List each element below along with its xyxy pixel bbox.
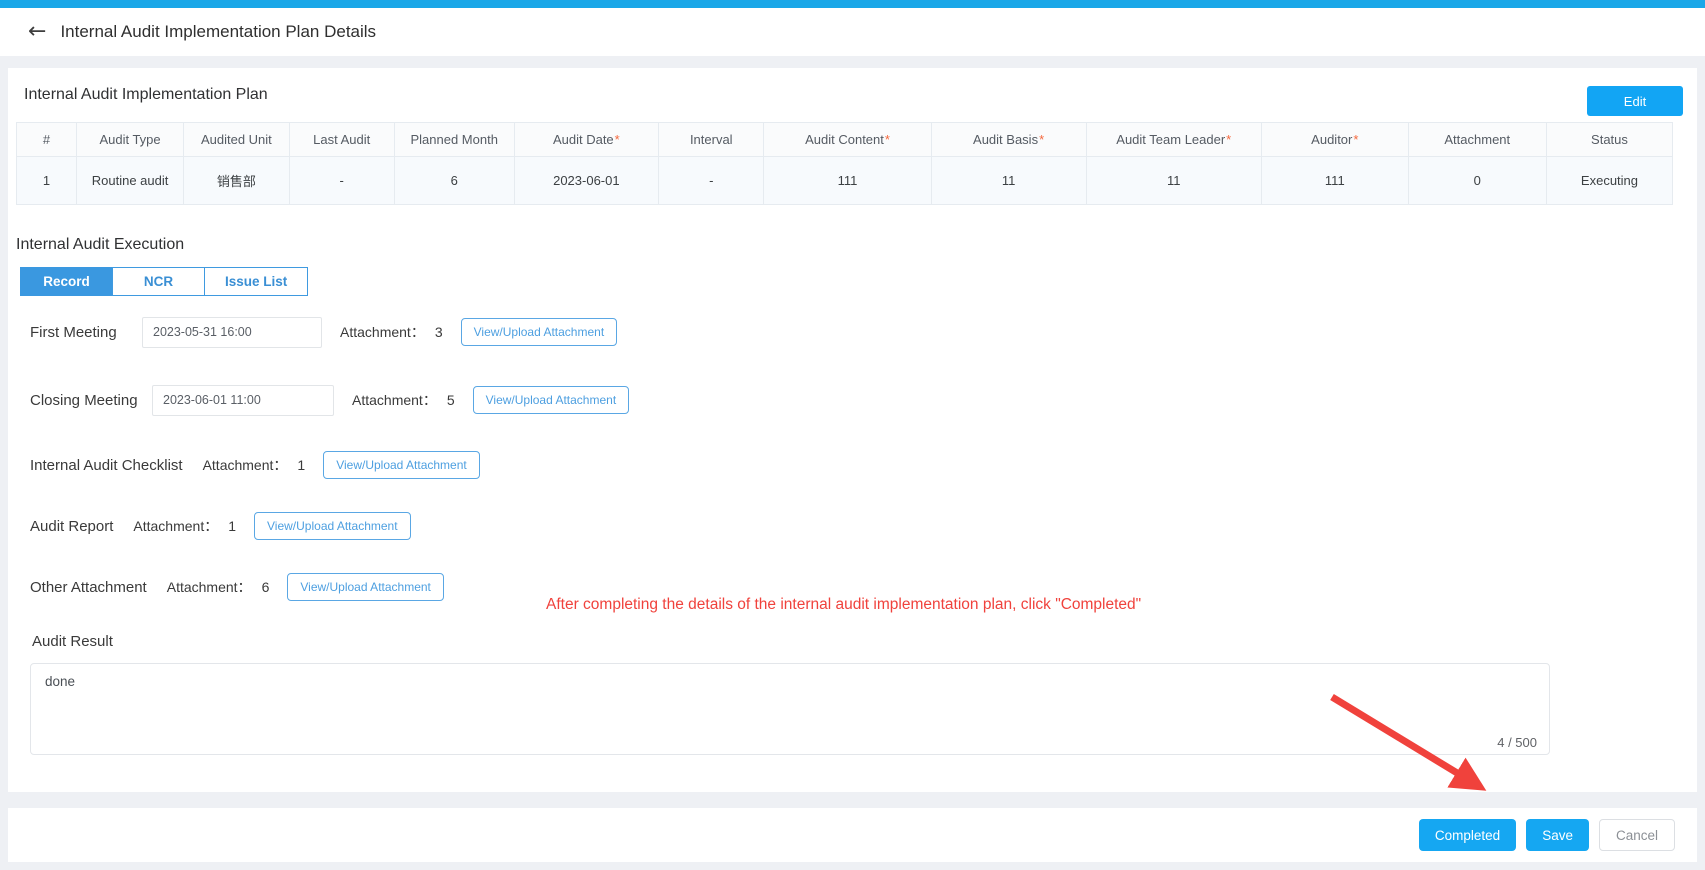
col-interval: Interval: [658, 122, 765, 157]
col-index: #: [16, 122, 77, 157]
cell-status: Executing: [1545, 156, 1674, 205]
checklist-attachment-label: Attachment：: [202, 457, 288, 473]
closing-meeting-attachment-label: Attachment：: [352, 392, 437, 408]
other-attachment-label-count: Attachment：: [166, 579, 252, 595]
internal-audit-checklist-label: Internal Audit Checklist: [30, 456, 183, 474]
tab-issue-list[interactable]: Issue List: [204, 267, 309, 296]
cell-index: 1: [16, 156, 77, 205]
audit-result-value: done: [45, 674, 76, 689]
cell-audit-content: 111: [763, 156, 932, 205]
audit-report-view-upload-button[interactable]: View/Upload Attachment: [254, 512, 411, 540]
audit-result-char-count: 4 / 500: [1497, 735, 1537, 750]
table-header-row: # Audit Type Audited Unit Last Audit Pla…: [16, 122, 1674, 157]
first-meeting-view-upload-button[interactable]: View/Upload Attachment: [460, 318, 618, 346]
plan-table-wrapper: # Audit Type Audited Unit Last Audit Pla…: [16, 122, 1674, 205]
top-accent-bar: [0, 0, 1705, 8]
col-audit-content: Audit Content*: [763, 122, 932, 157]
closing-meeting-attachment-count: 5: [446, 392, 455, 408]
first-meeting-label: First Meeting: [30, 323, 117, 341]
plan-section-title: Internal Audit Implementation Plan: [24, 86, 268, 103]
col-audited-unit: Audited Unit: [183, 122, 290, 157]
required-star: *: [1226, 132, 1232, 147]
arrow-left-icon[interactable]: ←: [28, 21, 46, 43]
closing-meeting-label: Closing Meeting: [30, 391, 138, 409]
row-first-meeting: First Meeting 2023-05-31 16:00 Attachmen…: [30, 316, 618, 348]
closing-meeting-view-upload-button[interactable]: View/Upload Attachment: [472, 386, 630, 414]
cell-last-audit: -: [288, 156, 395, 205]
cell-interval: -: [658, 156, 765, 205]
checklist-attachment-count: 1: [297, 457, 306, 473]
row-closing-meeting: Closing Meeting 2023-06-01 11:00 Attachm…: [30, 384, 630, 416]
cell-audit-type: Routine audit: [75, 156, 185, 205]
row-audit-report: Audit Report Attachment： 1 View/Upload A…: [30, 510, 411, 542]
audit-report-attachment-label: Attachment：: [133, 518, 219, 534]
col-audit-basis: Audit Basis*: [930, 122, 1087, 157]
row-internal-audit-checklist: Internal Audit Checklist Attachment： 1 V…: [30, 449, 480, 481]
col-auditor: Auditor*: [1261, 122, 1409, 157]
save-button[interactable]: Save: [1526, 819, 1589, 851]
execution-section-title: Internal Audit Execution: [16, 236, 185, 253]
required-star: *: [1353, 132, 1359, 147]
col-audit-type: Audit Type: [75, 122, 185, 157]
footer-bar: Completed Save Cancel: [0, 792, 1705, 870]
required-star: *: [884, 132, 890, 147]
cell-audit-date: 2023-06-01: [513, 156, 660, 205]
col-last-audit: Last Audit: [288, 122, 395, 157]
cell-audit-team-leader: 11: [1085, 156, 1263, 205]
annotation-text: After completing the details of the inte…: [546, 596, 1142, 613]
cancel-button[interactable]: Cancel: [1598, 819, 1675, 851]
edit-button[interactable]: Edit: [1587, 86, 1683, 116]
col-audit-date: Audit Date*: [513, 122, 660, 157]
table-row: 1 Routine audit 销售部 - 6 2023-06-01 - 111…: [16, 156, 1674, 205]
cell-attachment-link[interactable]: 0: [1407, 156, 1547, 205]
page-title: Internal Audit Implementation Plan Detai…: [60, 22, 377, 41]
col-audit-team-leader: Audit Team Leader*: [1085, 122, 1263, 157]
other-attachment-label: Other Attachment: [30, 578, 147, 596]
col-status: Status: [1545, 122, 1674, 157]
execution-tabs: Record NCR Issue List: [20, 267, 309, 296]
row-other-attachment: Other Attachment Attachment： 6 View/Uplo…: [30, 571, 444, 603]
required-star: *: [1039, 132, 1045, 147]
tab-record[interactable]: Record: [20, 267, 112, 296]
audit-result-textarea[interactable]: done 4 / 500: [30, 663, 1550, 755]
required-star: *: [614, 132, 620, 147]
tab-ncr[interactable]: NCR: [112, 267, 204, 296]
first-meeting-attachment-count: 3: [434, 324, 443, 340]
cell-audit-basis: 11: [930, 156, 1087, 205]
other-attachment-view-upload-button[interactable]: View/Upload Attachment: [287, 573, 444, 601]
col-attachment: Attachment: [1407, 122, 1547, 157]
first-meeting-datetime-input[interactable]: 2023-05-31 16:00: [142, 316, 322, 348]
page-root: ← Internal Audit Implementation Plan Det…: [0, 0, 1705, 870]
page-header: ← Internal Audit Implementation Plan Det…: [0, 8, 1705, 56]
audit-report-label: Audit Report: [30, 517, 114, 535]
completed-button[interactable]: Completed: [1418, 819, 1517, 851]
audit-report-attachment-count: 1: [228, 518, 237, 534]
col-planned-month: Planned Month: [393, 122, 515, 157]
audit-result-label: Audit Result: [32, 633, 113, 650]
cell-audited-unit: 销售部: [183, 156, 290, 205]
first-meeting-attachment-label: Attachment：: [340, 324, 425, 340]
cell-auditor: 111: [1261, 156, 1409, 205]
other-attachment-count: 6: [261, 579, 270, 595]
footer-actions: Completed Save Cancel: [8, 808, 1697, 862]
plan-table: # Audit Type Audited Unit Last Audit Pla…: [16, 122, 1674, 205]
checklist-view-upload-button[interactable]: View/Upload Attachment: [323, 451, 480, 479]
cell-planned-month: 6: [393, 156, 515, 205]
closing-meeting-datetime-input[interactable]: 2023-06-01 11:00: [152, 384, 334, 416]
